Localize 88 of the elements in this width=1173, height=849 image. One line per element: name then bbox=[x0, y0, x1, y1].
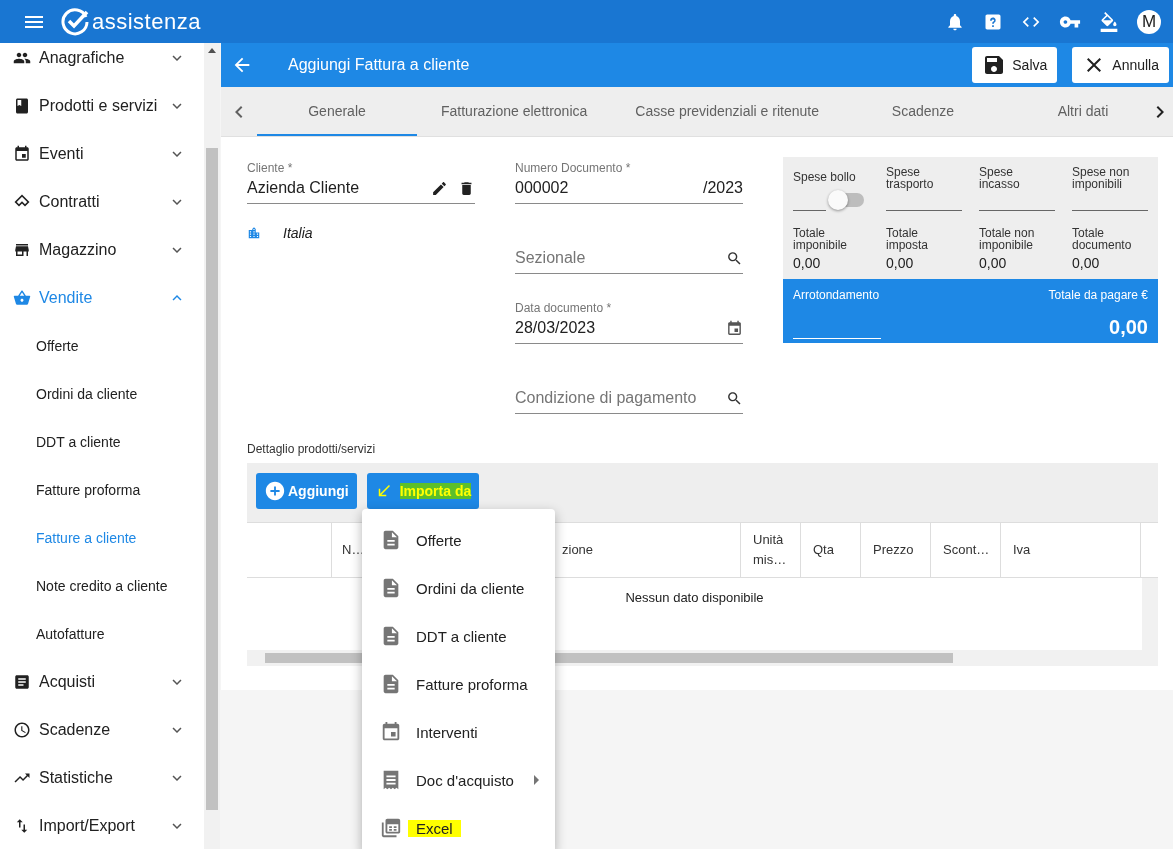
vertical-scrollbar[interactable] bbox=[1142, 578, 1158, 650]
calendar-icon bbox=[13, 145, 31, 163]
total-value: 0,00 bbox=[1072, 255, 1101, 271]
highlighted-text: Interventi bbox=[416, 723, 478, 741]
field-label: Spese non imponibili bbox=[1072, 164, 1131, 190]
search-icon bbox=[726, 249, 743, 267]
user-avatar[interactable]: M bbox=[1137, 9, 1161, 34]
sidebar-item[interactable]: Contratti bbox=[0, 178, 204, 226]
calendar-icon bbox=[380, 721, 402, 743]
page-title: Aggiungi Fattura a cliente bbox=[288, 56, 471, 74]
field-label: Spese bollo bbox=[793, 169, 857, 186]
tab[interactable]: Altri dati bbox=[1002, 87, 1147, 136]
column-header: Scont… bbox=[931, 523, 1001, 577]
empty-message: Nessun dato disponibile bbox=[625, 590, 764, 605]
add-button[interactable]: Aggiungi bbox=[256, 473, 357, 509]
column-header: Qta bbox=[801, 523, 861, 577]
menu-item[interactable]: DDT a cliente bbox=[362, 612, 555, 660]
date-field[interactable]: Data documento * 28/03/2023 bbox=[515, 297, 743, 344]
section-title: Dettaglio prodotti/servizi bbox=[247, 442, 377, 456]
tab[interactable]: Generale bbox=[257, 87, 417, 136]
total-due-value: 0,00 bbox=[1109, 316, 1148, 339]
list-icon bbox=[13, 673, 31, 691]
sidebar-item[interactable]: Import/Export bbox=[0, 802, 204, 849]
document-number-field[interactable]: Numero Documento * 000002 /2023 bbox=[515, 157, 743, 204]
scrollbar[interactable] bbox=[204, 43, 220, 849]
total-due-label: Totale da pagare € bbox=[1048, 288, 1148, 302]
paint-bucket-icon[interactable] bbox=[1099, 11, 1119, 32]
total-value: 0,00 bbox=[979, 255, 1008, 271]
bell-icon[interactable] bbox=[945, 11, 965, 32]
total-value: 0,00 bbox=[793, 255, 822, 271]
highlighted-text: DDT a cliente bbox=[416, 627, 507, 645]
table-icon bbox=[380, 817, 402, 839]
menu-item[interactable]: Interventi bbox=[362, 708, 555, 756]
sidebar-subitem[interactable]: Fatture a cliente bbox=[0, 514, 204, 562]
field-label: Spese trasporto bbox=[886, 164, 935, 190]
payment-condition-field[interactable]: Condizione di pagamento bbox=[515, 367, 743, 414]
clock-icon bbox=[13, 721, 31, 739]
sidebar-subitem[interactable]: DDT a cliente bbox=[0, 418, 204, 466]
pencil-icon[interactable] bbox=[431, 179, 448, 197]
submenu-arrow-icon bbox=[533, 775, 539, 785]
column-header: Unità mis… bbox=[741, 523, 801, 577]
app-logo-text: assistenza bbox=[92, 8, 201, 35]
tab[interactable]: Scadenze bbox=[842, 87, 1003, 136]
menu-item[interactable]: Fatture proforma bbox=[362, 660, 555, 708]
column-header: Iva bbox=[1001, 523, 1141, 577]
sidebar-item[interactable]: Scadenze bbox=[0, 706, 204, 754]
highlighted-text: Excel bbox=[408, 819, 461, 837]
sidebar-item[interactable]: Acquisti bbox=[0, 658, 204, 706]
toggle-switch[interactable] bbox=[830, 193, 864, 207]
sezionale-field[interactable]: Sezionale bbox=[515, 227, 743, 274]
sidebar-subitem[interactable]: Ordini da cliente bbox=[0, 370, 204, 418]
buildings-icon bbox=[247, 226, 261, 240]
field-label: Spese incasso bbox=[979, 164, 1021, 190]
cancel-button[interactable]: Annulla bbox=[1072, 47, 1169, 83]
highlighted-text: Ordini da cliente bbox=[416, 579, 525, 597]
sidebar-subitem[interactable]: Offerte bbox=[0, 322, 204, 370]
highlighted-text: Doc d'acquisto bbox=[416, 771, 514, 789]
highlighted-text: Fatture proforma bbox=[416, 675, 528, 693]
sidebar-item[interactable]: Magazzino bbox=[0, 226, 204, 274]
tab[interactable]: Fatturazione elettronica bbox=[417, 87, 612, 136]
column-header: Prezzo bbox=[861, 523, 931, 577]
sidebar-item[interactable]: Eventi bbox=[0, 130, 204, 178]
client-field[interactable]: Cliente * Azienda Cliente bbox=[247, 157, 475, 204]
basket-icon bbox=[13, 289, 31, 307]
store-icon bbox=[13, 241, 31, 259]
save-button[interactable]: Salva bbox=[972, 47, 1058, 83]
book-icon bbox=[13, 97, 31, 115]
rounding-label: Arrotondamento bbox=[793, 288, 881, 302]
search-icon bbox=[726, 389, 743, 407]
country-text: Italia bbox=[283, 225, 313, 241]
total-label: Totale non imponibile bbox=[979, 225, 1036, 251]
calendar-icon bbox=[726, 319, 743, 337]
total-value: 0,00 bbox=[886, 255, 915, 271]
menu-item[interactable]: Doc d'acquisto bbox=[362, 756, 555, 804]
total-label: Totale imposta bbox=[886, 225, 930, 251]
sidebar-subitem[interactable]: Note credito a cliente bbox=[0, 562, 204, 610]
total-label: Totale imponibile bbox=[793, 225, 849, 251]
check-circle-logo-icon bbox=[60, 6, 90, 37]
tab[interactable]: Casse previdenziali e ritenute bbox=[611, 87, 843, 136]
sidebar-item[interactable]: Statistiche bbox=[0, 754, 204, 802]
sidebar-subitem[interactable]: Autofatture bbox=[0, 610, 204, 658]
highlighted-text: Offerte bbox=[416, 531, 462, 549]
total-label: Totale documento bbox=[1072, 225, 1133, 251]
sidebar-subitem[interactable]: Fatture proforma bbox=[0, 466, 204, 514]
menu-item[interactable]: Excel bbox=[362, 804, 555, 849]
sidebar-item[interactable]: Anagrafiche bbox=[0, 43, 204, 82]
sidebar-item[interactable]: Vendite bbox=[0, 274, 204, 322]
sidebar-item[interactable]: Prodotti e servizi bbox=[0, 82, 204, 130]
